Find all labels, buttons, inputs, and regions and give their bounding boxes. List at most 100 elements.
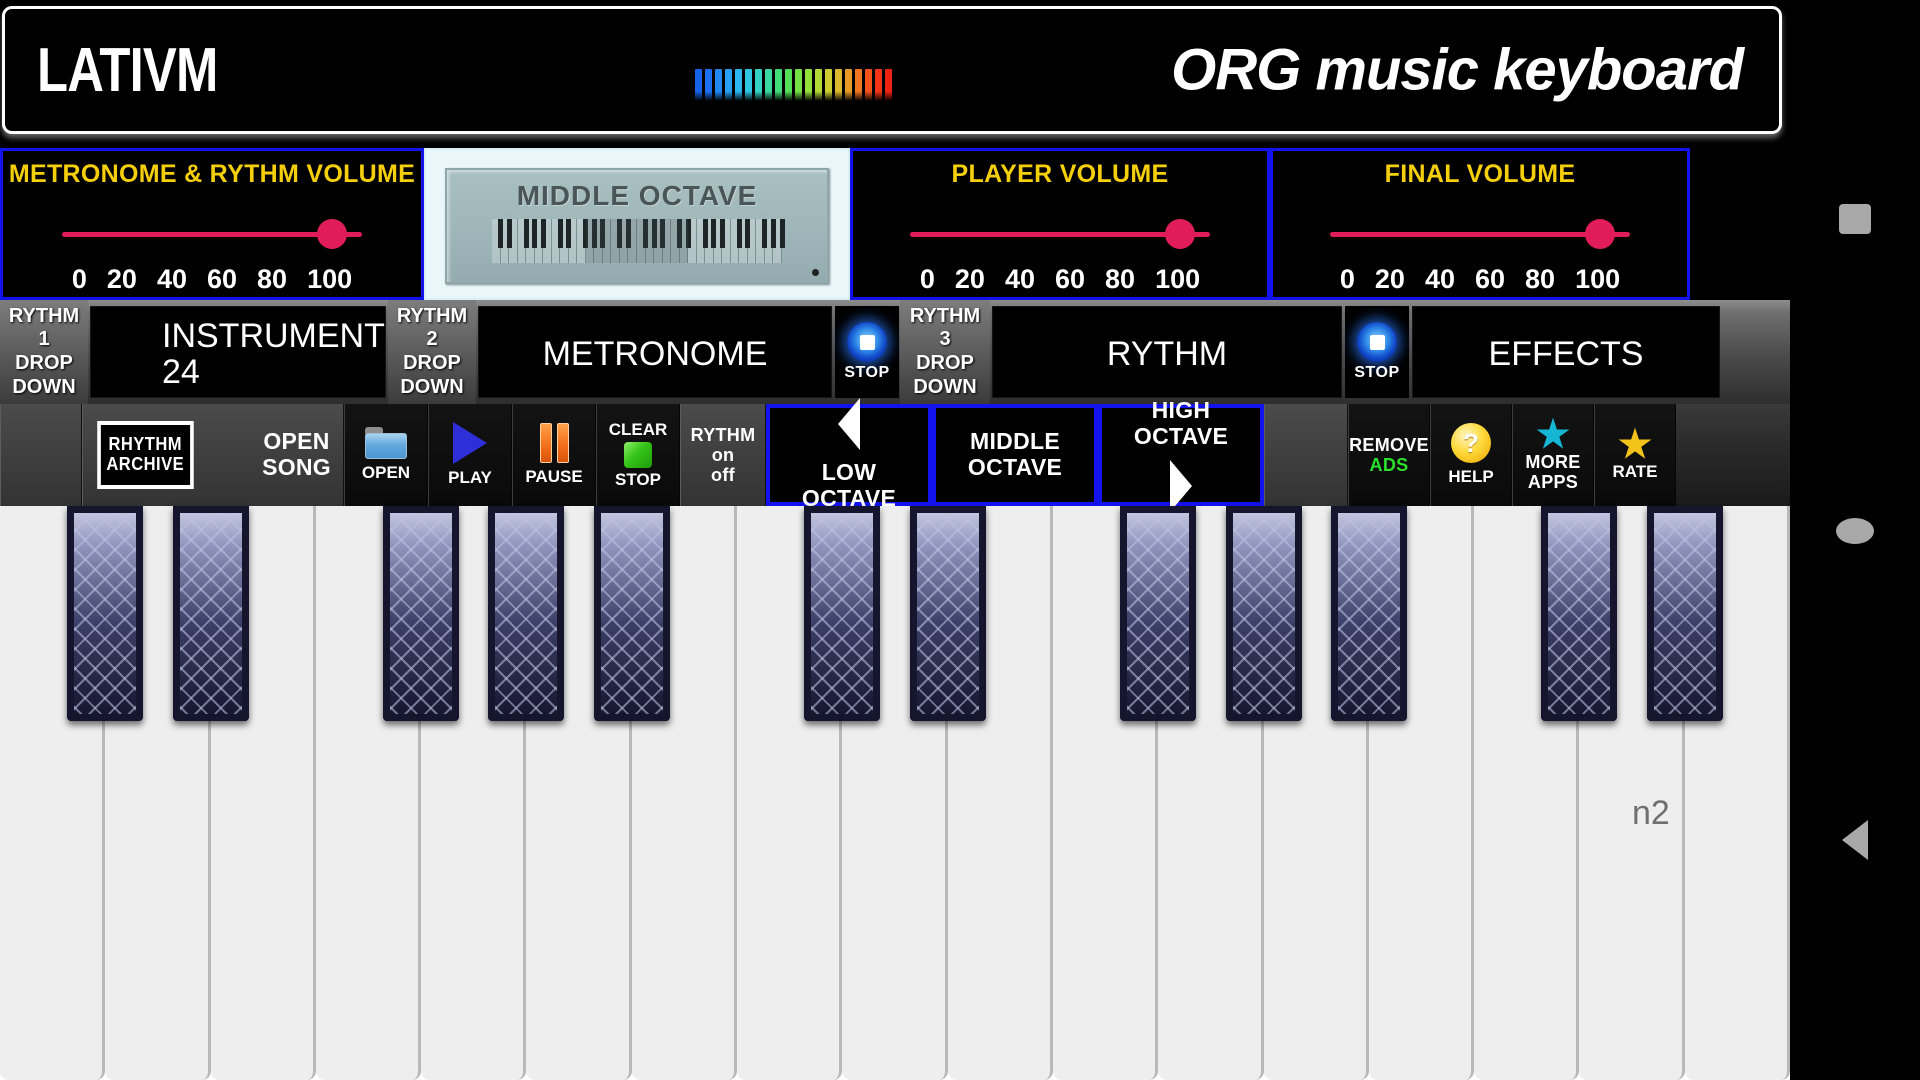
rate-button[interactable]: ★ RATE <box>1594 404 1676 506</box>
pause-button[interactable]: PAUSE <box>512 404 596 506</box>
dropdown-row: RYTHM 1 DROP DOWN INSTRUMENT 24 RYTHM 2 … <box>0 300 1790 404</box>
label-line: DROP <box>15 352 73 374</box>
question-mark-icon: ? <box>1451 423 1491 463</box>
scale-tick: 40 <box>1424 264 1455 294</box>
rythm-value: RYTHM <box>1106 335 1228 374</box>
label-line: DROP <box>916 352 974 374</box>
toolbar-spacer-right <box>1264 404 1348 506</box>
middle-octave-line: MIDDLE <box>970 428 1060 455</box>
equalizer-bar <box>725 69 732 101</box>
home-icon[interactable] <box>1836 518 1874 544</box>
equalizer-bar <box>865 69 872 101</box>
metronome-volume-slider[interactable] <box>62 217 362 251</box>
black-key[interactable] <box>67 506 144 721</box>
equalizer-bar <box>825 69 832 101</box>
slider-knob[interactable] <box>1585 219 1615 249</box>
equalizer-bar <box>695 69 702 101</box>
black-key[interactable] <box>172 506 249 721</box>
equalizer-bar <box>735 69 742 101</box>
more-apps-button[interactable]: ★ MORE APPS <box>1512 404 1594 506</box>
black-key[interactable] <box>488 506 565 721</box>
black-key[interactable] <box>383 506 460 721</box>
app-root: LATIVM ORG music keyboard METRONOME & RY… <box>0 0 1920 1080</box>
back-icon[interactable] <box>1842 820 1868 860</box>
equalizer-graphic <box>695 69 892 101</box>
final-volume-panel: FINAL VOLUME 0 20 40 60 80 100 <box>1270 148 1690 300</box>
black-key[interactable] <box>804 506 881 721</box>
effects-button[interactable]: EFFECTS <box>1412 306 1720 398</box>
open-label: OPEN <box>361 463 411 482</box>
label-line: DROP <box>403 352 461 374</box>
lcd-mini-black-key <box>498 219 504 248</box>
equalizer-bar <box>765 69 772 101</box>
lcd-mini-black-key <box>532 219 538 248</box>
rythm-stop-button[interactable]: STOP <box>1345 306 1409 398</box>
lcd-mini-black-key <box>770 219 776 248</box>
lcd-mini-black-key <box>540 219 546 248</box>
pause-icon <box>539 423 569 463</box>
label-line: DOWN <box>913 375 977 398</box>
label-line: RYTHM 2 <box>396 304 468 351</box>
black-key[interactable] <box>593 506 670 721</box>
scale-tick: 60 <box>206 264 238 294</box>
piano-keyboard[interactable]: n2 <box>0 506 1790 1080</box>
rythm-toggle-on[interactable]: on <box>712 445 735 465</box>
clear-label: CLEAR <box>608 420 668 439</box>
label-line: RYTHM 1 <box>8 304 80 351</box>
rythm3-dropdown-label[interactable]: RYTHM 3 DROP DOWN <box>900 300 990 404</box>
stop-icon <box>1357 322 1397 362</box>
rythm-dropdown[interactable]: RYTHM <box>992 306 1342 398</box>
chevron-left-icon[interactable] <box>838 398 860 451</box>
chevron-right-icon[interactable] <box>1170 459 1192 512</box>
final-volume-slider[interactable] <box>1330 217 1630 251</box>
black-key[interactable] <box>1225 506 1302 721</box>
slider-knob[interactable] <box>317 219 347 249</box>
remove-ads-button[interactable]: REMOVE ADS <box>1348 404 1430 506</box>
metronome-dropdown[interactable]: METRONOME <box>478 306 832 398</box>
lcd-selected-octave-range <box>585 219 689 263</box>
open-song-button[interactable]: OPEN SONG <box>262 428 331 481</box>
scale-tick: 60 <box>1054 264 1086 294</box>
low-octave-button[interactable]: LOW OCTAVE <box>766 398 932 511</box>
black-key[interactable] <box>1541 506 1618 721</box>
recents-icon[interactable] <box>1839 204 1871 234</box>
rythm-toggle-off[interactable]: off <box>711 465 735 485</box>
effects-label: EFFECTS <box>1488 335 1644 374</box>
rythm-on-off-toggle[interactable]: RYTHM on off <box>680 404 766 506</box>
stop-label: STOP <box>615 470 661 489</box>
pause-label: PAUSE <box>525 467 583 486</box>
black-key[interactable] <box>1120 506 1197 721</box>
label-line: DOWN <box>400 375 464 398</box>
player-volume-slider[interactable] <box>910 217 1210 251</box>
equalizer-bar <box>755 69 762 101</box>
rythm1-dropdown-label[interactable]: RYTHM 1 DROP DOWN <box>0 300 88 404</box>
lcd-octave-text: MIDDLE OCTAVE <box>516 180 758 211</box>
scale-tick: 80 <box>257 264 288 294</box>
instrument-dropdown[interactable]: INSTRUMENT 24 <box>90 306 386 398</box>
play-button[interactable]: PLAY <box>428 404 512 506</box>
final-volume-scale: 0 20 40 60 80 100 <box>1340 264 1620 295</box>
clear-stop-button[interactable]: CLEAR STOP <box>596 404 680 506</box>
equalizer-bar <box>805 69 812 101</box>
rhythm-archive-button[interactable]: RHYTHM ARCHIVE <box>97 421 194 489</box>
open-button[interactable]: OPEN <box>344 404 428 506</box>
play-label: PLAY <box>448 468 492 487</box>
lcd-mini-black-key <box>736 219 742 248</box>
high-octave-button[interactable]: HIGH OCTAVE <box>1098 397 1264 512</box>
slider-knob[interactable] <box>1165 219 1195 249</box>
metronome-stop-button[interactable]: STOP <box>835 306 899 398</box>
rythm2-dropdown-label[interactable]: RYTHM 2 DROP DOWN <box>388 300 476 404</box>
help-button[interactable]: ? HELP <box>1430 404 1512 506</box>
middle-octave-button[interactable]: MIDDLE OCTAVE <box>932 404 1098 506</box>
lcd-mini-black-key <box>702 219 708 248</box>
scale-tick: 0 <box>919 264 935 294</box>
lcd-mini-black-key <box>566 219 572 248</box>
scale-tick: 60 <box>1474 264 1506 294</box>
rhythm-archive-open-song-group[interactable]: RHYTHM ARCHIVE OPEN SONG <box>82 404 344 506</box>
black-key[interactable] <box>909 506 986 721</box>
black-key[interactable] <box>1646 506 1723 721</box>
rate-label: RATE <box>1612 462 1658 482</box>
black-key[interactable] <box>1330 506 1407 721</box>
scale-tick: 20 <box>1374 264 1405 294</box>
stop-label: STOP <box>1354 364 1400 381</box>
